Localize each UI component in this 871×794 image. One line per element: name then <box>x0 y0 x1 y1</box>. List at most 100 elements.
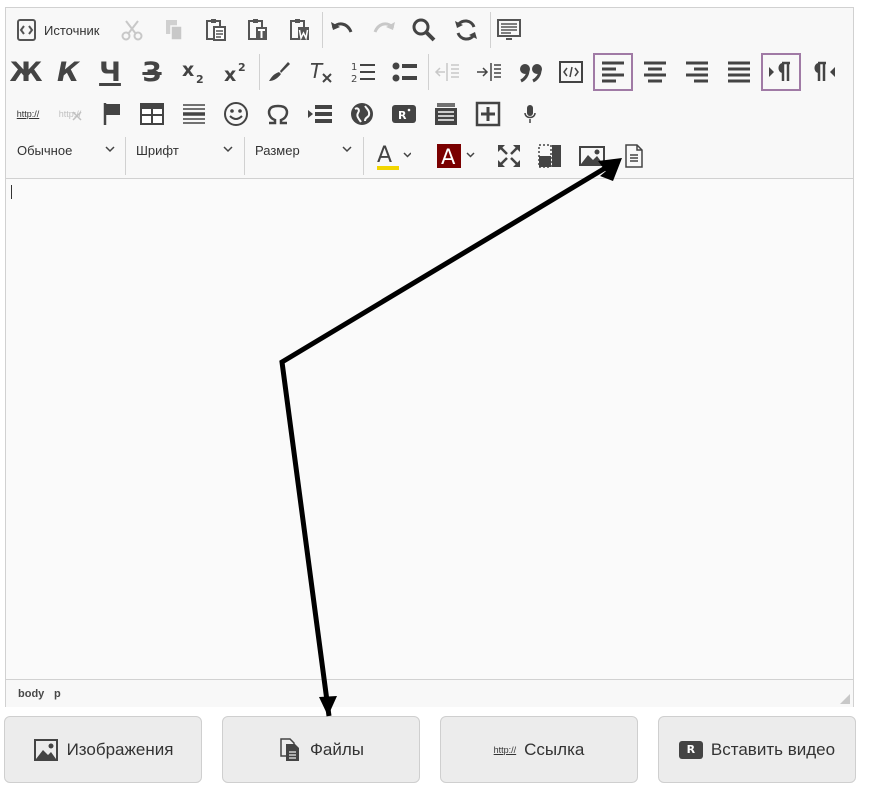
italic-glyph: К <box>56 56 80 88</box>
size-select-value: Размер <box>255 142 300 158</box>
subscript-button[interactable]: x 2 <box>174 53 214 91</box>
blockquote-button[interactable] <box>511 53 551 91</box>
redo-icon <box>373 22 395 33</box>
svg-text:2: 2 <box>351 74 357 85</box>
link-button[interactable]: http:// <box>8 95 48 133</box>
link-insert-button[interactable]: http:// Ссылка <box>440 716 638 783</box>
undo-button[interactable] <box>322 11 362 49</box>
image-icon <box>579 146 605 166</box>
images-button[interactable]: Изображения <box>4 716 202 783</box>
form-button[interactable] <box>426 95 466 133</box>
horizontal-rule-icon <box>183 104 205 124</box>
chevron-down-icon <box>223 146 233 153</box>
insert-block-button[interactable] <box>468 95 508 133</box>
special-char-button[interactable] <box>258 95 298 133</box>
scissors-icon <box>121 20 143 41</box>
rtl-icon <box>814 61 835 81</box>
globe-icon <box>351 103 373 125</box>
combo-separator <box>363 137 364 175</box>
remove-format-button[interactable]: T <box>301 53 341 91</box>
find-button[interactable] <box>404 11 444 49</box>
svg-text:A: A <box>377 143 392 168</box>
refresh-icon <box>455 19 477 41</box>
code-snippet-button[interactable] <box>551 53 591 91</box>
strike-button[interactable]: З <box>132 53 172 91</box>
combo-separator <box>244 137 245 175</box>
copy-button[interactable] <box>154 11 194 49</box>
bullet-list-button[interactable] <box>385 53 425 91</box>
editor-content-area[interactable] <box>6 179 853 679</box>
svg-text:x: x <box>182 59 194 81</box>
size-select[interactable]: Размер <box>255 136 352 164</box>
align-justify-button[interactable] <box>719 53 759 91</box>
microphone-icon <box>524 105 536 123</box>
unlink-button[interactable]: http:// <box>50 95 90 133</box>
page-break-button[interactable] <box>300 95 340 133</box>
align-left-button[interactable] <box>593 53 633 91</box>
bold-button[interactable]: Ж <box>6 53 46 91</box>
cut-button[interactable] <box>112 11 152 49</box>
insert-video-button[interactable]: R Вставить видео <box>658 716 856 783</box>
indent-button[interactable] <box>469 53 509 91</box>
copy-format-button[interactable] <box>259 53 299 91</box>
anchor-button[interactable] <box>92 95 132 133</box>
paste-word-button[interactable] <box>280 11 320 49</box>
table-button[interactable] <box>132 95 172 133</box>
paste-button[interactable] <box>196 11 236 49</box>
align-center-button[interactable] <box>635 53 675 91</box>
files-icon <box>280 737 299 761</box>
table-icon <box>140 103 164 125</box>
iframe-button[interactable] <box>342 95 382 133</box>
underline-button[interactable]: Ч <box>90 53 130 91</box>
format-select-value: Обычное <box>17 142 73 158</box>
strike-glyph: З <box>142 56 162 88</box>
indent-icon <box>477 63 501 81</box>
path-item-p[interactable]: p <box>54 688 61 700</box>
numbered-list-button[interactable]: 1 2 <box>343 53 383 91</box>
smiley-button[interactable] <box>216 95 256 133</box>
align-right-button[interactable] <box>677 53 717 91</box>
chevron-down-icon <box>342 146 352 153</box>
combo-separator <box>125 137 126 175</box>
bg-color-button[interactable]: A <box>428 137 478 175</box>
files-button[interactable]: Файлы <box>222 716 420 783</box>
file-button[interactable] <box>614 137 654 175</box>
plus-box-icon <box>475 101 501 127</box>
paste-text-button[interactable] <box>238 11 278 49</box>
source-button[interactable]: Источник <box>16 13 100 47</box>
bg-color-icon: A <box>437 144 475 169</box>
copy-icon <box>166 20 183 41</box>
image-button[interactable] <box>572 137 612 175</box>
resize-handle-icon[interactable] <box>840 694 850 704</box>
superscript-button[interactable]: x 2 <box>216 53 256 91</box>
outdent-button[interactable] <box>427 53 467 91</box>
image-icon <box>33 738 58 761</box>
source-icon <box>17 19 36 41</box>
voice-input-button[interactable] <box>510 95 550 133</box>
maximize-button[interactable] <box>489 137 529 175</box>
link-icon: http:// <box>493 744 517 755</box>
text-color-button[interactable]: A <box>366 137 416 175</box>
flag-icon <box>103 103 120 125</box>
outdent-icon <box>434 63 459 81</box>
files-button-label: Файлы <box>309 739 364 759</box>
replace-button[interactable] <box>446 11 486 49</box>
svg-text:A: A <box>441 145 456 169</box>
redo-button[interactable] <box>364 11 404 49</box>
rutube-icon: R <box>392 105 416 123</box>
text-direction-rtl-button[interactable] <box>803 53 843 91</box>
templates-button[interactable] <box>489 11 529 49</box>
show-blocks-button[interactable] <box>530 137 570 175</box>
bullet-list-icon <box>392 62 417 82</box>
text-cursor <box>11 185 12 199</box>
svg-text:R: R <box>398 109 407 122</box>
rutube-button[interactable]: R <box>384 95 424 133</box>
format-select[interactable]: Обычное <box>17 136 115 164</box>
horizontal-line-button[interactable] <box>174 95 214 133</box>
path-item-body[interactable]: body <box>18 688 44 700</box>
paste-word-icon <box>290 19 309 41</box>
font-select[interactable]: Шрифт <box>136 136 233 164</box>
text-color-icon: A <box>377 143 411 170</box>
text-direction-ltr-button[interactable] <box>761 53 801 91</box>
italic-button[interactable]: К <box>48 53 88 91</box>
